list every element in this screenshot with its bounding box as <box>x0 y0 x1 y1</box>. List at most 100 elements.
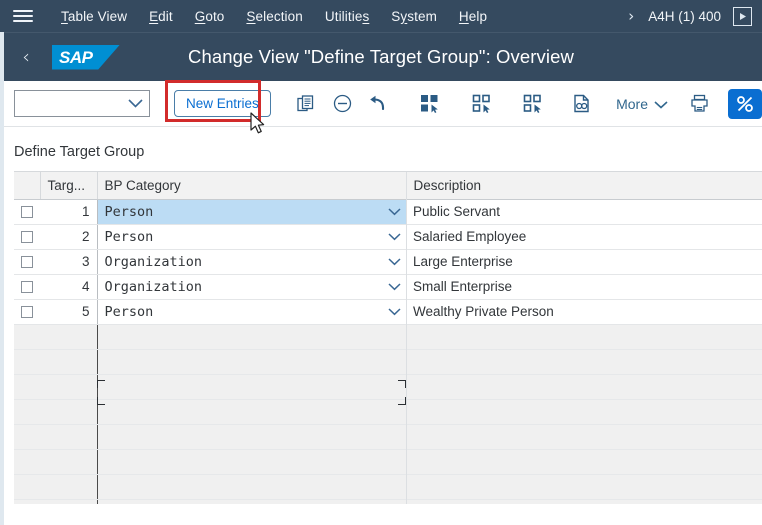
column-header-description[interactable]: Description <box>406 172 762 200</box>
row-checkbox[interactable] <box>21 231 33 244</box>
table-row[interactable]: 1 Person Public Servant <box>14 199 762 225</box>
cell-bp-category[interactable] <box>97 324 406 350</box>
cell-target[interactable]: 1 <box>40 199 98 225</box>
percent-icon[interactable] <box>728 88 762 119</box>
menu-item-table-view[interactable]: Table View <box>50 6 138 27</box>
row-checkbox[interactable] <box>21 206 33 219</box>
hamburger-menu-icon[interactable] <box>10 6 36 26</box>
menu-bar: Table View Edit Goto Selection Utilities… <box>0 0 762 32</box>
table-row-empty[interactable] <box>14 424 762 450</box>
menu-item-selection[interactable]: Selection <box>235 6 313 27</box>
column-header-select[interactable] <box>14 172 41 200</box>
menu-item-edit[interactable]: Edit <box>138 6 184 27</box>
menu-item-goto[interactable]: Goto <box>184 6 236 27</box>
cell-bp-category[interactable]: Organization <box>97 274 406 300</box>
table-row[interactable]: 2 Person Salaried Employee <box>14 224 762 250</box>
table-row-empty[interactable] <box>14 399 762 425</box>
table-row-empty[interactable] <box>14 499 762 504</box>
chevron-down-icon[interactable] <box>388 257 401 266</box>
select-all-icon[interactable] <box>419 89 441 119</box>
cell-description[interactable] <box>406 449 762 475</box>
cell-bp-category[interactable] <box>97 374 406 400</box>
print-icon[interactable] <box>685 89 713 119</box>
chevron-down-icon[interactable] <box>388 307 401 316</box>
row-checkbox[interactable] <box>21 306 33 319</box>
select-block-icon[interactable] <box>521 89 543 119</box>
cell-target <box>40 424 98 450</box>
main-content: Define Target Group Targ... BP Category … <box>0 127 762 504</box>
menu-item-system[interactable]: System <box>380 6 448 27</box>
cell-description[interactable] <box>406 399 762 425</box>
cell-description[interactable]: Salaried Employee <box>406 224 762 250</box>
cell-bp-category-text: Person <box>104 303 154 320</box>
cell-description[interactable]: Wealthy Private Person <box>406 299 762 325</box>
row-checkbox[interactable] <box>21 256 33 269</box>
cell-bp-category[interactable] <box>97 499 406 504</box>
cell-bp-category[interactable] <box>97 349 406 375</box>
play-button-icon[interactable] <box>733 6 752 26</box>
chevron-right-icon[interactable]: › <box>622 7 648 25</box>
menu-item-help[interactable]: Help <box>448 6 498 27</box>
row-checkbox-cell <box>14 424 40 450</box>
more-menu-button[interactable]: More <box>616 96 668 112</box>
cell-bp-category[interactable]: Organization <box>97 249 406 275</box>
cell-bp-category[interactable]: Person <box>97 224 406 250</box>
deselect-all-icon[interactable] <box>470 89 492 119</box>
cell-target[interactable]: 2 <box>40 224 98 250</box>
cell-bp-category[interactable] <box>97 399 406 425</box>
row-checkbox-cell[interactable] <box>14 199 40 225</box>
undo-icon[interactable] <box>367 89 389 119</box>
cell-description[interactable] <box>406 424 762 450</box>
display-details-icon[interactable] <box>571 89 593 119</box>
cell-description[interactable]: Small Enterprise <box>406 274 762 300</box>
menu-item-utilities[interactable]: Utilities <box>314 6 380 27</box>
cell-description[interactable] <box>406 474 762 500</box>
table-row-empty[interactable] <box>14 349 762 375</box>
table-row[interactable]: 5 Person Wealthy Private Person <box>14 299 762 325</box>
cell-bp-category[interactable] <box>97 449 406 475</box>
menu-bar-right: › A4H (1) 400 <box>622 6 762 26</box>
table-row-empty[interactable] <box>14 474 762 500</box>
cell-description[interactable]: Large Enterprise <box>406 249 762 275</box>
back-chevron-icon[interactable]: ‹ <box>6 47 46 67</box>
cell-target[interactable]: 4 <box>40 274 98 300</box>
row-checkbox-cell <box>14 324 40 350</box>
cell-description[interactable] <box>406 374 762 400</box>
cell-target[interactable]: 5 <box>40 299 98 325</box>
sap-gui-window: Table View Edit Goto Selection Utilities… <box>0 0 762 525</box>
sap-logo-text: SAP <box>59 47 93 67</box>
system-id-label: A4H (1) 400 <box>648 8 721 24</box>
chevron-down-icon[interactable] <box>388 232 401 241</box>
variant-select[interactable] <box>14 90 151 117</box>
row-checkbox-cell[interactable] <box>14 224 40 250</box>
cell-description[interactable] <box>406 499 762 504</box>
row-checkbox-cell[interactable] <box>14 249 40 275</box>
cell-bp-category[interactable]: Person <box>97 199 406 225</box>
target-group-table-container: Targ... BP Category Description 1 Person P… <box>14 171 762 504</box>
table-row-empty[interactable] <box>14 324 762 350</box>
table-row[interactable]: 3 Organization Large Enterprise <box>14 249 762 275</box>
column-header-target[interactable]: Targ... <box>40 172 98 200</box>
cell-description[interactable] <box>406 349 762 375</box>
delete-icon[interactable] <box>331 89 353 119</box>
cell-bp-category[interactable]: Person <box>97 299 406 325</box>
cell-description[interactable]: Public Servant <box>406 199 762 225</box>
shell-left-edge <box>0 32 4 525</box>
row-checkbox-cell <box>14 449 40 475</box>
chevron-down-icon[interactable] <box>388 207 401 216</box>
cell-target[interactable]: 3 <box>40 249 98 275</box>
new-entries-button[interactable]: New Entries <box>174 90 271 117</box>
chevron-down-icon[interactable] <box>388 282 401 291</box>
copy-as-icon[interactable] <box>295 89 317 119</box>
table-row-empty[interactable] <box>14 449 762 475</box>
row-checkbox-cell[interactable] <box>14 274 40 300</box>
cell-bp-category[interactable] <box>97 474 406 500</box>
row-checkbox-cell[interactable] <box>14 299 40 325</box>
table-row[interactable]: 4 Organization Small Enterprise <box>14 274 762 300</box>
cell-bp-category[interactable] <box>97 424 406 450</box>
cell-description[interactable] <box>406 324 762 350</box>
row-checkbox[interactable] <box>21 281 33 294</box>
chevron-down-icon <box>654 96 668 112</box>
column-header-bp-category[interactable]: BP Category <box>97 172 407 200</box>
table-row-empty[interactable] <box>14 374 762 400</box>
